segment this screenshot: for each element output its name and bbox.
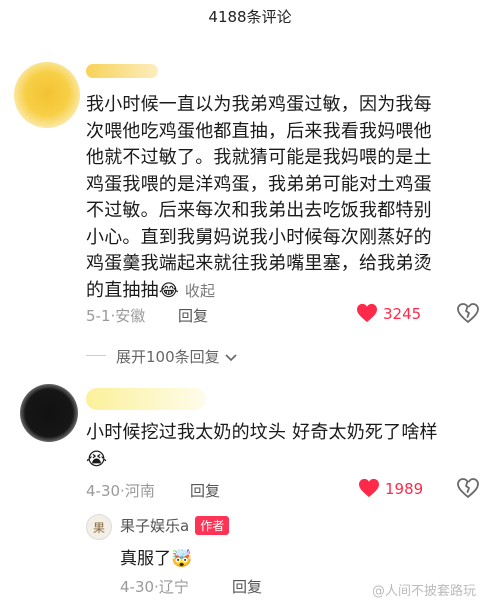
username-redacted[interactable]	[86, 64, 158, 78]
emoji-laugh-cry: 😂	[158, 280, 179, 301]
comments-count-title: 4188条评论	[208, 8, 292, 26]
like-button[interactable]	[356, 303, 378, 327]
author-avatar-glyph: 果	[92, 520, 105, 535]
comment-line: 小时候挖过我太奶的坟头 好奇太奶死了啥样	[86, 422, 438, 443]
reply-location: 辽宁	[158, 578, 189, 596]
heart-icon	[357, 303, 377, 323]
comment-location: 安徽	[115, 307, 146, 325]
avatar[interactable]	[14, 62, 80, 128]
emoji-crying: 😭	[86, 448, 108, 470]
comment-line: 他就不过敏了。我就猜可能是我妈喂的是土	[86, 147, 432, 168]
comment-line: 鸡蛋我喂的是洋鸡蛋，我弟弟可能对土鸡蛋	[86, 173, 432, 195]
comment-line-last: 的直抽抽😂 收起	[86, 278, 496, 305]
reply-button[interactable]: 回复	[232, 576, 262, 597]
expand-divider	[86, 355, 106, 356]
chevron-down-icon	[225, 353, 237, 361]
reply-button[interactable]: 回复	[178, 305, 208, 326]
avatar[interactable]	[20, 384, 78, 442]
comment-line: 我小时候一直以为我弟鸡蛋过敏，因为我每	[86, 94, 432, 115]
comment-date: 4-30	[86, 482, 121, 500]
like-count: 1989	[385, 480, 424, 498]
reply-button[interactable]: 回复	[190, 480, 220, 501]
like-button[interactable]	[358, 478, 380, 502]
comment-meta: 4-30·河南	[86, 480, 155, 501]
username-redacted[interactable]	[86, 388, 206, 410]
expand-replies-button[interactable]: 展开100条回复	[116, 346, 238, 367]
reply-date: 4-30	[120, 578, 155, 596]
heart-icon	[359, 478, 379, 498]
comment-line: 的直抽抽	[86, 279, 159, 301]
comment-text: 我小时候一直以为我弟鸡蛋过敏，因为我每 次喂他吃鸡蛋他都直抽，后来我看我妈喂他 …	[86, 92, 496, 304]
dislike-button[interactable]	[456, 302, 480, 328]
comment-line: 鸡蛋羹我端起来就往我弟嘴里塞，给我弟烫	[86, 253, 432, 274]
emoji-exploding-head: 🤯	[171, 549, 193, 569]
comment-line: 不过敏。后来每次和我弟出去吃饭我都特别	[86, 200, 432, 221]
author-name[interactable]: 果子娱乐a	[120, 515, 189, 536]
collapse-link[interactable]: 收起	[185, 282, 215, 300]
broken-heart-icon	[457, 478, 479, 498]
expand-replies-label: 展开100条回复	[116, 348, 220, 366]
watermark: @人间不披套路玩	[372, 584, 477, 599]
author-avatar[interactable]: 果	[86, 514, 112, 540]
reply-meta: 4-30·辽宁	[120, 576, 189, 597]
comment-line: 次喂他吃鸡蛋他都直抽，后来我看我妈喂他	[86, 120, 432, 142]
reply-text: 真服了🤯	[120, 544, 192, 569]
broken-heart-icon	[457, 303, 479, 323]
comment-meta: 5-1·安徽	[86, 305, 145, 326]
author-name-row: 果子娱乐a 作者	[120, 515, 230, 536]
like-count: 3245	[383, 305, 422, 323]
reply-content: 真服了	[120, 549, 171, 569]
dislike-button[interactable]	[456, 477, 480, 503]
comment-date: 5-1	[86, 307, 111, 325]
author-badge: 作者	[195, 516, 230, 535]
comment-location: 河南	[124, 482, 155, 500]
comment-text: 小时候挖过我太奶的坟头 好奇太奶死了啥样 😭	[86, 420, 496, 473]
comment-line: 小心。直到我舅妈说我小时候每次刚蒸好的	[86, 226, 432, 248]
